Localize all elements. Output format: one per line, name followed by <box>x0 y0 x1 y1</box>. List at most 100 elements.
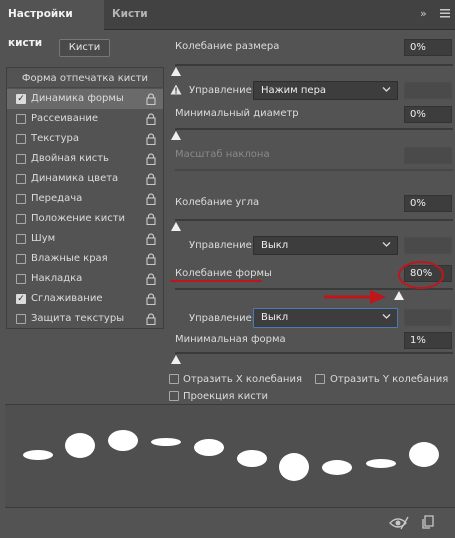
warning-icon <box>170 84 182 95</box>
tab-brush-settings[interactable]: Настройки кисти <box>0 0 104 49</box>
new-brush-icon[interactable] <box>422 515 434 529</box>
list-item-label: Сглаживание <box>31 293 103 304</box>
eye-toggle-icon[interactable] <box>389 516 409 530</box>
lock-icon[interactable] <box>146 133 156 145</box>
size-jitter-value[interactable]: 0% <box>404 39 452 56</box>
min-diameter-value[interactable]: 0% <box>404 106 452 123</box>
lock-icon[interactable] <box>146 293 156 305</box>
list-item-scattering[interactable]: Рассеивание <box>7 109 163 129</box>
angle-control-extra-field <box>404 237 452 254</box>
roundness-control-extra-field <box>404 309 452 326</box>
min-diameter-slider-thumb[interactable] <box>171 131 181 140</box>
checkbox[interactable] <box>16 234 26 244</box>
list-item-label: Передача <box>31 193 83 204</box>
chevron-down-icon <box>382 242 391 247</box>
brush-dab <box>237 450 267 467</box>
roundness-control-value: Выкл <box>261 312 289 323</box>
list-item-noise[interactable]: Шум <box>7 229 163 249</box>
list-item-color-dynamics[interactable]: Динамика цвета <box>7 169 163 189</box>
checkbox[interactable] <box>16 174 26 184</box>
angle-jitter-slider-thumb[interactable] <box>171 222 181 231</box>
checkbox-checked[interactable]: ✓ <box>16 294 26 304</box>
angle-control-value: Выкл <box>261 240 289 251</box>
size-jitter-slider-track[interactable] <box>175 64 453 66</box>
min-diameter-slider-track[interactable] <box>175 128 453 130</box>
double-chevron-right-icon[interactable]: » <box>420 8 427 20</box>
list-item-label: Двойная кисть <box>31 153 109 164</box>
roundness-jitter-value[interactable]: 80% <box>404 265 452 282</box>
flip-y-checkbox[interactable] <box>315 374 325 384</box>
min-roundness-slider-track[interactable] <box>175 352 453 354</box>
lock-icon[interactable] <box>146 153 156 165</box>
min-roundness-label: Минимальная форма <box>175 334 286 345</box>
angle-jitter-value[interactable]: 0% <box>404 195 452 212</box>
tab-brushes[interactable]: Кисти <box>104 0 152 30</box>
list-item-label: Влажные края <box>31 253 108 264</box>
list-item-shape-dynamics[interactable]: ✓ Динамика формы <box>7 89 163 109</box>
hamburger-menu-icon[interactable] <box>440 9 450 18</box>
roundness-control-label: Управление: <box>189 313 256 324</box>
brush-dab <box>65 433 95 458</box>
roundness-jitter-slider-thumb[interactable] <box>394 291 404 300</box>
angle-jitter-slider-track[interactable] <box>175 219 453 221</box>
list-item-brush-tip-shape[interactable]: Форма отпечатка кисти <box>8 69 162 88</box>
checkbox[interactable] <box>16 194 26 204</box>
list-item-wet-edges[interactable]: Влажные края <box>7 249 163 269</box>
checkbox[interactable] <box>16 274 26 284</box>
lock-icon[interactable] <box>146 93 156 105</box>
size-jitter-slider-thumb[interactable] <box>171 67 181 76</box>
flip-y-label: Отразить Y колебания <box>330 374 449 385</box>
list-item-label: Динамика формы <box>31 93 124 104</box>
list-item-protect-texture[interactable]: Защита текстуры <box>7 309 163 329</box>
angle-control-dropdown[interactable]: Выкл <box>253 236 398 255</box>
list-item-label: Текстура <box>31 133 80 144</box>
min-roundness-slider-thumb[interactable] <box>171 355 181 364</box>
list-item-build-up[interactable]: Накладка <box>7 269 163 289</box>
flip-x-checkbox[interactable] <box>169 374 179 384</box>
list-item-transfer[interactable]: Передача <box>7 189 163 209</box>
chevron-down-icon <box>382 87 391 92</box>
flip-x-label: Отразить X колебания <box>183 374 302 385</box>
checkbox[interactable] <box>16 154 26 164</box>
roundness-control-dropdown[interactable]: Выкл <box>253 308 398 328</box>
tilt-scale-value <box>404 147 452 164</box>
tab-brushes-label: Кисти <box>112 8 148 20</box>
brush-dab <box>409 442 439 467</box>
list-item-label: Положение кисти <box>31 213 126 224</box>
lock-icon[interactable] <box>146 273 156 285</box>
lock-icon[interactable] <box>146 173 156 185</box>
brush-projection-checkbox[interactable] <box>169 391 179 401</box>
angle-control-label: Управление: <box>189 240 256 251</box>
checkbox[interactable] <box>16 214 26 224</box>
tilt-scale-label: Масштаб наклона <box>175 149 270 160</box>
checkbox[interactable] <box>16 134 26 144</box>
lock-icon[interactable] <box>146 213 156 225</box>
lock-icon[interactable] <box>146 193 156 205</box>
list-item-brush-pose[interactable]: Положение кисти <box>7 209 163 229</box>
lock-icon[interactable] <box>146 113 156 125</box>
panel-header: Настройки кисти Кисти » <box>0 0 455 49</box>
checkbox-checked[interactable]: ✓ <box>16 94 26 104</box>
size-control-value: Нажим пера <box>261 85 327 96</box>
size-control-dropdown[interactable]: Нажим пера <box>253 81 398 100</box>
roundness-jitter-slider-track[interactable] <box>175 288 453 290</box>
lock-icon[interactable] <box>146 253 156 265</box>
list-item-smoothing[interactable]: ✓ Сглаживание <box>7 289 163 309</box>
red-arrow-annotation-head <box>370 290 386 304</box>
brush-dab <box>194 439 224 456</box>
list-item-label: Динамика цвета <box>31 173 119 184</box>
checkbox[interactable] <box>16 314 26 324</box>
min-roundness-value[interactable]: 1% <box>404 332 452 349</box>
checkbox[interactable] <box>16 114 26 124</box>
min-diameter-label: Минимальный диаметр <box>175 108 299 119</box>
brush-projection-label: Проекция кисти <box>183 391 269 402</box>
list-item-dual-brush[interactable]: Двойная кисть <box>7 149 163 169</box>
lock-icon[interactable] <box>146 313 156 325</box>
lock-icon[interactable] <box>146 233 156 245</box>
size-control-label: Управление: <box>189 85 256 96</box>
list-item-label: Накладка <box>31 273 83 284</box>
checkbox[interactable] <box>16 254 26 264</box>
brushes-button[interactable]: Кисти <box>59 39 110 57</box>
list-item-texture[interactable]: Текстура <box>7 129 163 149</box>
brush-stroke-preview <box>5 404 455 508</box>
